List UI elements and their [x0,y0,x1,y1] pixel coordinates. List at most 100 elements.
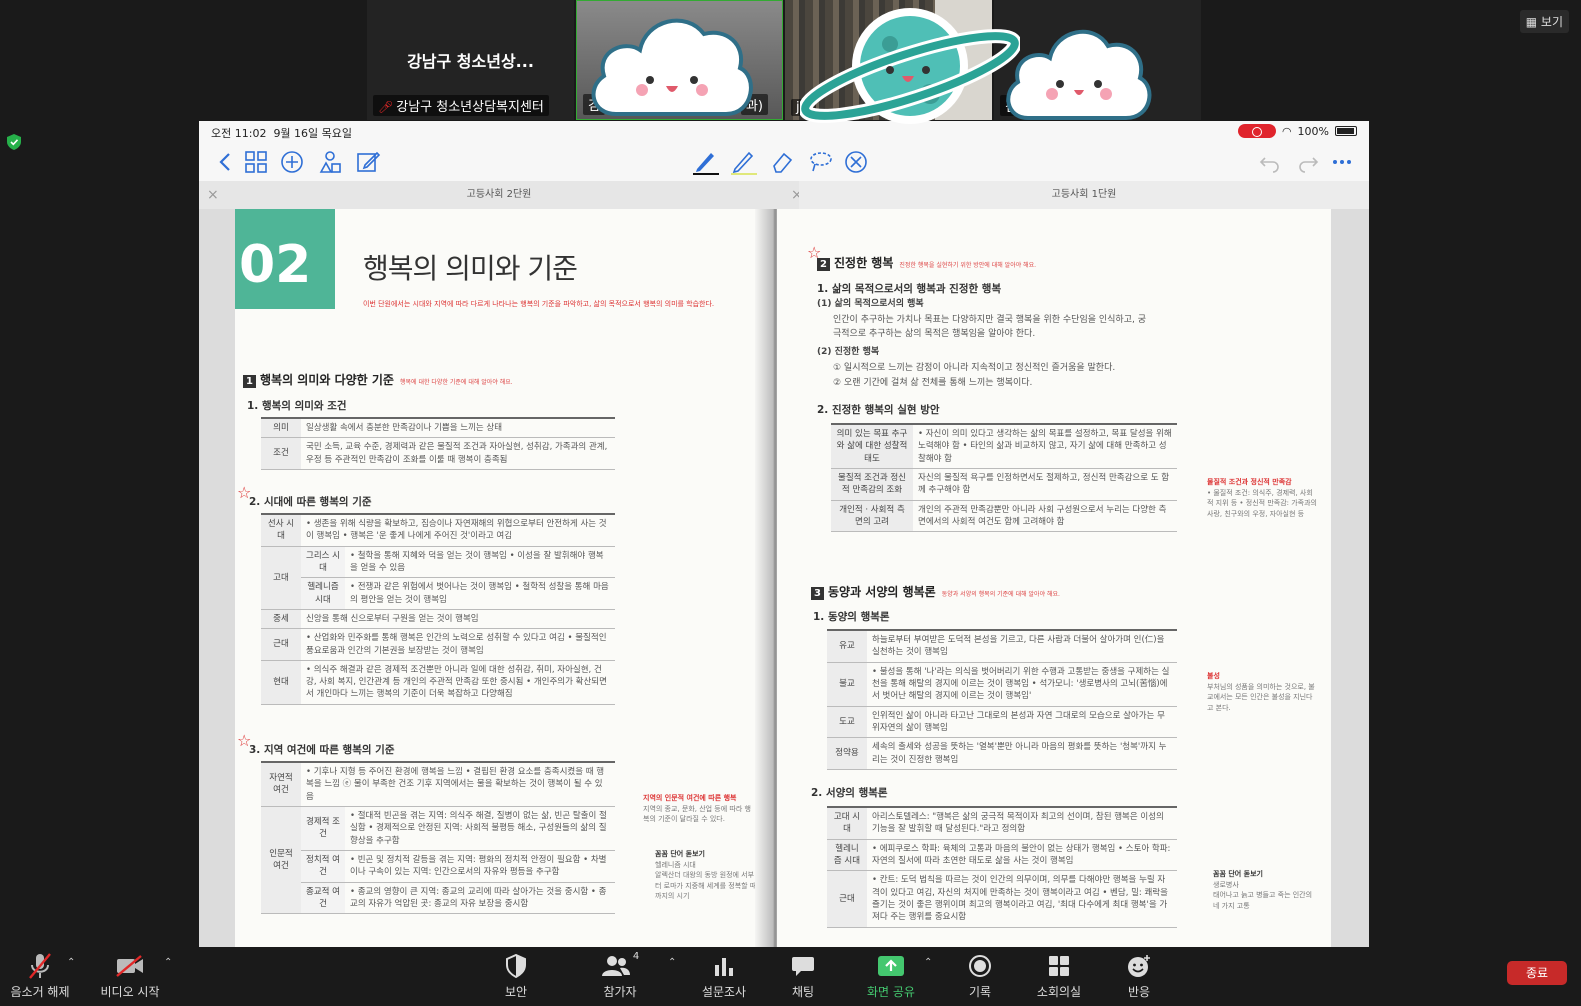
participant-tile-1[interactable]: 강남구 청소년상... 🎤︎ 강남구 청소년상담복지센터 [367,0,574,120]
participants-label: 참가자 [603,985,637,999]
add-page-icon[interactable] [279,149,305,175]
chat-label: 채팅 [791,985,815,999]
chat-icon [792,957,814,976]
edit-icon[interactable] [355,149,381,175]
chat-button[interactable]: 채팅 [763,951,843,1000]
mic-off-icon [29,953,51,979]
status-time: 오전 11:02 9월 16일 목요일 [211,127,353,140]
undo-icon[interactable] [1257,149,1283,175]
sub-heading: 1. 동양의 행복론 [813,611,890,623]
security-label: 보안 [504,985,528,999]
section-heading-3: 3 동양과 서양의 행복론 동양과 서양의 행복의 기준에 대해 알아야 해요. [811,583,1060,600]
participants-button[interactable]: 4 참가자 [580,951,660,1000]
document-tabs: × 고등사회 2단원 × 고등사회 1단원 [199,181,1369,209]
realization-table: 의미 있는 목표 추구와 삶에 대한 성찰적 태도 • 자신이 의미 있다고 생각… [831,422,1177,533]
word-box: 꼼꼼 단어 돋보기 헬레니즘 시대 알렉산더 대왕의 동방 원정에 서부터 로마가 … [655,850,757,900]
era-table: 선사 시대 • 생존을 위해 식량을 확보하고, 짐승이나 자연재해의 위협으로부… [261,512,615,705]
sub-heading: 2. 시대에 따른 행복의 기준 [249,496,372,508]
close-tool-icon[interactable] [843,149,869,175]
paragraph-text: ① 일시적으로 느끼는 감정이 아니라 지속적이고 정신적인 즐거움을 말한다. [833,363,1116,373]
cloud-sticker-icon [591,18,753,116]
audio-options-caret-icon[interactable]: ⌃ [67,957,75,968]
cloud-sticker-icon [1006,29,1152,120]
shared-screen[interactable]: 오전 11:02 9월 16일 목요일 ◠ 100% × 고등사회 2단원 × … [199,121,1369,947]
participants-icon [601,956,630,976]
ipad-status-bar: 오전 11:02 9월 16일 목요일 ◠ 100% [199,121,1369,143]
pen-tool-icon[interactable] [693,149,719,175]
polls-label: 설문조사 [701,985,747,999]
western-table: 고대 시대 아리스토텔레스: "행복은 삶의 궁극적 목적이자 최고의 선이며, … [827,805,1177,928]
eraser-icon[interactable] [769,149,795,175]
end-meeting-button[interactable]: 종료 [1507,961,1567,985]
meaning-table: 의미 일상생활 속에서 충분한 만족감이나 기쁨을 느끼는 상태 조건 국민 소득,… [261,417,615,470]
share-options-caret-icon[interactable]: ⌃ [924,957,932,968]
share-screen-button[interactable]: 화면 공유 [851,951,931,1000]
start-video-label: 비디오 시작 [100,985,160,999]
paragraph-heading: (1) 삶의 목적으로서의 행복 [817,299,924,309]
participants-options-caret-icon[interactable]: ⌃ [668,957,676,968]
paragraph-heading: (2) 진정한 행복 [817,347,880,357]
recording-indicator-icon [1237,124,1276,138]
chapter-intro: 이번 단원에서는 시대와 지역에 따라 다르게 나타나는 행복의 기준을 파악하… [363,300,715,308]
video-options-caret-icon[interactable]: ⌃ [164,957,172,968]
sub-heading: 1. 삶의 목적으로서의 행복과 진정한 행복 [817,283,1002,295]
paragraph-text: ② 오랜 기간에 걸쳐 삶 전체를 통해 느끼는 행복이다. [833,378,1033,388]
grid-view-icon[interactable] [243,149,269,175]
back-chevron-icon[interactable] [213,149,239,175]
sub-heading: 3. 지역 여건에 따른 행복의 기준 [249,744,395,756]
battery-icon [1335,126,1357,136]
eastern-table: 유교 하늘로부터 부여받은 도덕적 본성을 기르고, 다른 사람과 더불어 살아가… [827,628,1177,770]
view-button[interactable]: ▦ 보기 [1519,10,1569,33]
record-button[interactable]: 기록 [940,951,1020,1000]
breakout-rooms-button[interactable]: 소회의실 [1019,951,1099,1000]
planet-sticker-icon [800,8,1020,124]
paragraph-text: 인간이 추구하는 가치나 목표는 다양하지만 결국 행복을 위한 수단임을 인식… [833,315,1146,325]
shapes-icon[interactable] [317,149,343,175]
close-tab-icon[interactable]: × [207,181,219,209]
chapter-number-badge: 02 [235,209,335,309]
paragraph-text: 극적으로 추구하는 삶의 목적은 행복임을 알아야 한다. [833,329,1036,339]
tab-right-document[interactable]: 고등사회 1단원 [799,181,1369,209]
left-page: 02 행복의 의미와 기준 이번 단원에서는 시대와 지역에 따라 다르게 나타… [235,209,775,947]
emoji-reaction-icon [1128,955,1150,977]
mic-muted-icon: 🎤︎ [378,100,394,114]
grid-icon: ▦ [1525,15,1541,29]
redo-icon[interactable] [1295,149,1321,175]
encryption-shield-icon[interactable] [7,134,21,150]
breakout-rooms-label: 소회의실 [1036,985,1082,999]
lasso-icon[interactable] [807,149,833,175]
textbook-spread: 02 행복의 의미와 기준 이번 단원에서는 시대와 지역에 따라 다르게 나타… [199,209,1369,947]
battery-label: 100% [1297,124,1329,138]
reactions-button[interactable]: 반응 [1099,951,1179,1000]
record-label: 기록 [968,985,992,999]
notes-app-toolbar [199,143,1369,181]
chapter-title: 행복의 의미와 기준 [363,252,578,285]
tab-left-document[interactable]: 고등사회 2단원 [219,181,779,209]
region-table: 자연적 여건 • 기후나 지형 등 주어진 환경에 행복을 느낌 • 결핍된 환경… [261,760,615,915]
sub-heading: 2. 서양의 행복론 [811,787,888,799]
side-note: 물질적 조건과 정신적 만족감 • 물질적 조건: 의식주, 경제력, 사회적 지… [1207,478,1317,518]
side-note: 불성 부처님의 성품을 의미하는 것으로, 불교에서는 모든 인간은 불성을 지닌… [1207,672,1315,712]
breakout-rooms-icon [1049,956,1069,976]
polls-button[interactable]: 설문조사 [684,951,764,1000]
zoom-meeting-window: 강남구 청소년상... 🎤︎강남구 청소년상담복지센터 김 과) jin 김 ▦… [0,0,1581,1006]
participants-count: 4 [632,951,640,962]
participant-name-label: 🎤︎ 강남구 청소년상담복지센터 [373,95,549,116]
participant-big-name: 강남구 청소년상... [407,52,534,71]
unmute-label: 음소거 해제 [10,985,70,999]
right-page: ☆ 2 진정한 행복 진정한 행복을 실현하기 위한 방안에 대해 알아야 해요. … [777,209,1331,947]
section-heading-2: 2 진정한 행복 진정한 행복을 실현하기 위한 방안에 대해 알아야 해요. [817,254,1036,271]
video-off-icon [116,955,143,977]
section-heading-1: 1 행복의 의미와 다양한 기준 행복에 대한 다양한 기준에 대해 알아야 해요. [243,371,513,388]
security-button[interactable]: 보안 [476,951,556,1000]
word-box: 꼼꼼 단어 돋보기 생로병사 태어나고 늙고 병들고 죽는 인간의 네 가지 고통 [1213,870,1313,910]
more-options-icon[interactable] [1329,149,1355,175]
shield-icon [506,954,526,978]
record-icon [969,955,991,977]
meeting-controls: 음소거 해제 ⌃ 비디오 시작 ⌃ 보안 4 참가자 ⌃ 설문조사 채팅 화면 … [0,947,1581,1006]
sub-heading: 1. 행복의 의미와 조건 [247,400,347,412]
reactions-label: 반응 [1127,985,1151,999]
start-video-button[interactable]: 비디오 시작 [90,951,170,1000]
wifi-icon: ◠ [1281,124,1292,138]
highlighter-icon[interactable] [731,149,757,175]
